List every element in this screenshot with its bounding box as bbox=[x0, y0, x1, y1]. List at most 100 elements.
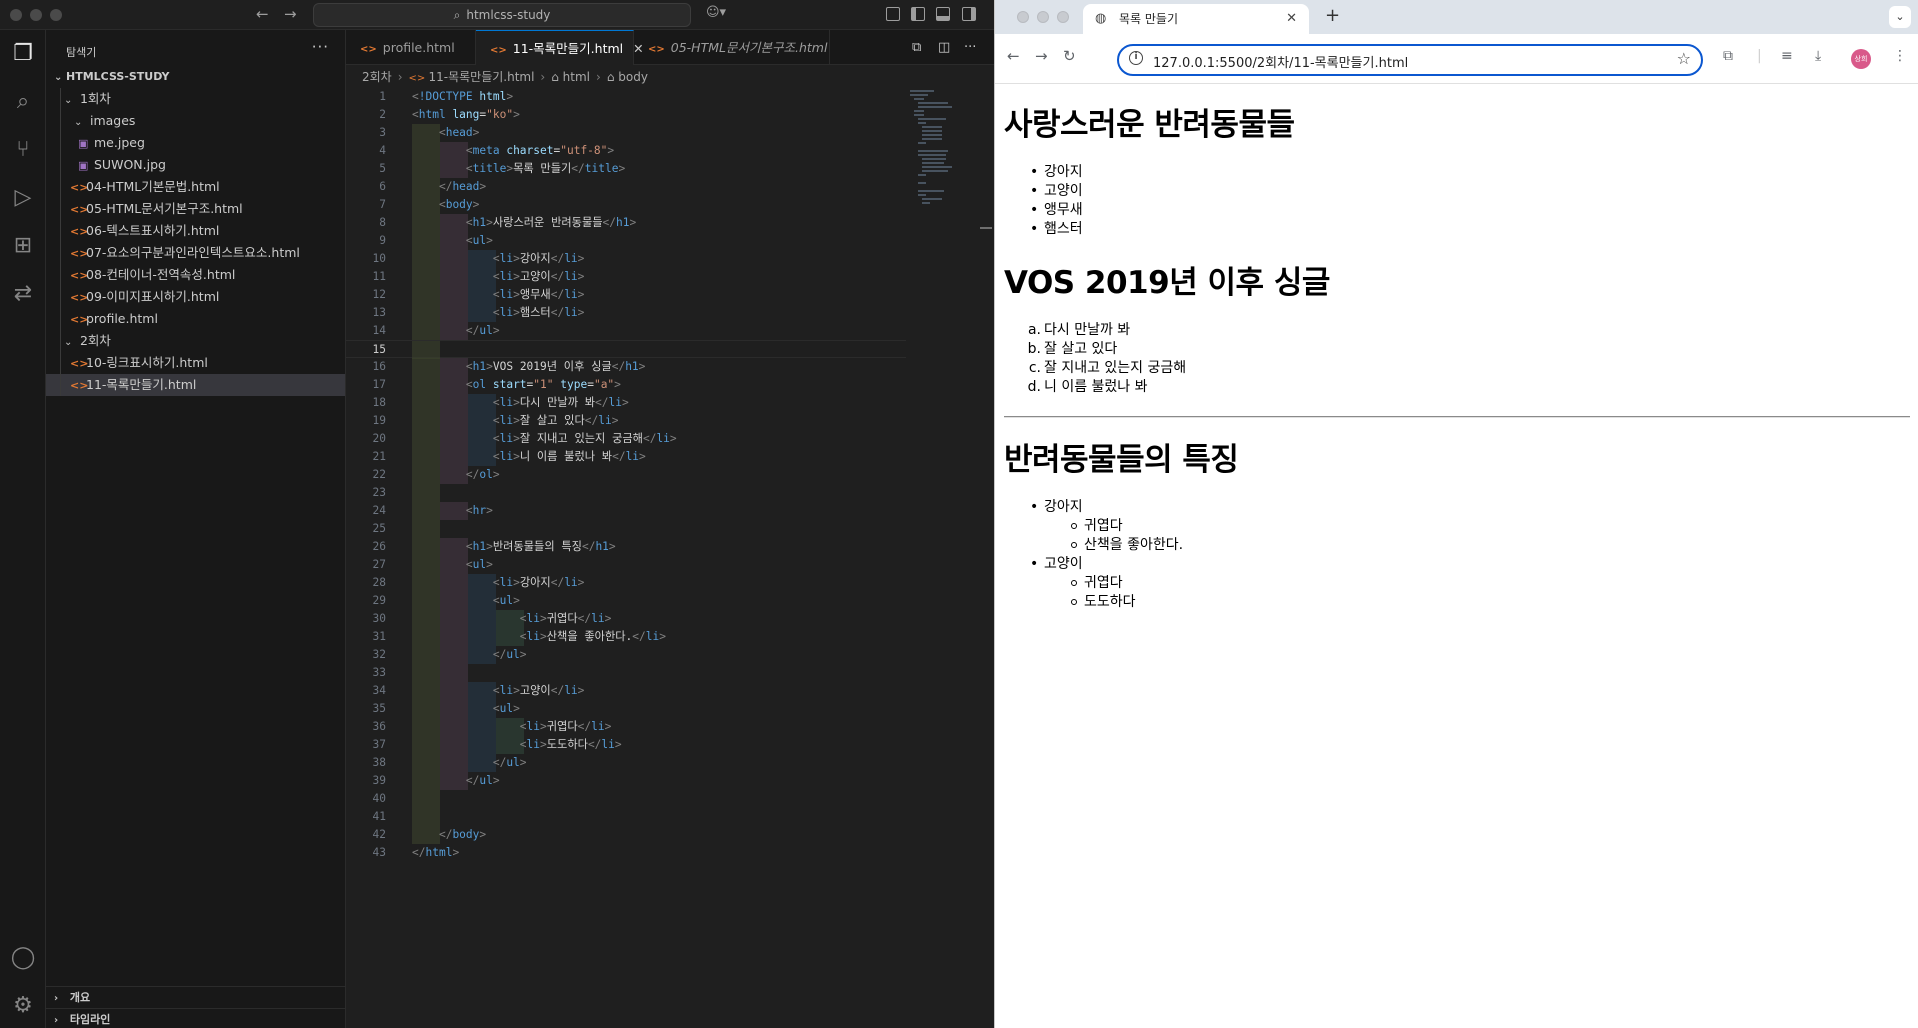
explorer-title: 탐색기 bbox=[66, 46, 97, 59]
line-number: 1 bbox=[379, 90, 386, 103]
timeline-section[interactable]: › 타임라인 bbox=[46, 1008, 345, 1028]
line-number: 24 bbox=[372, 504, 386, 517]
forward-arrow-icon[interactable]: → bbox=[284, 5, 297, 23]
toggle-sidebar-icon[interactable] bbox=[911, 7, 925, 21]
tree-file-07[interactable]: <>07-요소의구분과인라인텍스트요소.html bbox=[46, 242, 345, 264]
songs-ordered-list: a. 다시 만날까 봐 b. 잘 살고 있다 c. 잘 지내고 있는지 궁금해 d. 니… bbox=[1004, 321, 1187, 397]
code-line: 17 <ol start="1" type="a"> bbox=[346, 376, 906, 394]
breadcrumb-folder[interactable]: 2회차 bbox=[362, 70, 392, 84]
source-control-icon[interactable]: ⑂ bbox=[9, 136, 37, 164]
line-number: 37 bbox=[372, 738, 386, 751]
code-line: 40 bbox=[346, 790, 906, 808]
minimize-window-button[interactable] bbox=[30, 9, 42, 21]
site-info-icon[interactable]: i bbox=[1129, 51, 1143, 65]
code-line: 38 </ul> bbox=[346, 754, 906, 772]
account-icon[interactable]: ◯ bbox=[9, 944, 37, 972]
line-number: 11 bbox=[372, 270, 386, 283]
minimize-window-button[interactable] bbox=[1037, 11, 1049, 23]
breadcrumb-body[interactable]: body bbox=[618, 70, 648, 84]
split-editor-icon[interactable]: ◫ bbox=[938, 40, 950, 55]
tab-11-active[interactable]: <> 11-목록만들기.html ✕ bbox=[476, 30, 644, 65]
back-arrow-icon[interactable]: ← bbox=[1007, 47, 1020, 65]
bookmark-star-icon[interactable]: ☆ bbox=[1677, 49, 1691, 68]
tree-root-folder[interactable]: ⌄ HTMLCSS-STUDY bbox=[46, 66, 345, 88]
open-preview-icon[interactable]: ⧉ bbox=[912, 40, 921, 55]
command-center-search[interactable]: ⌕ htmlcss-study bbox=[313, 3, 691, 27]
tab-05[interactable]: <> 05-HTML문서기본구조.html bbox=[634, 30, 830, 65]
line-number: 13 bbox=[372, 306, 386, 319]
reload-icon[interactable]: ↻ bbox=[1063, 47, 1076, 65]
outline-section[interactable]: › 개요 bbox=[46, 986, 345, 1008]
tree-file-04[interactable]: <>04-HTML기본문법.html bbox=[46, 176, 345, 198]
html-file-icon: <> bbox=[70, 203, 89, 216]
reading-list-icon[interactable]: ≡ bbox=[1781, 48, 1793, 64]
page-heading-vos: VOS 2019년 이후 싱글 bbox=[1004, 265, 1330, 301]
tree-file-10[interactable]: <>10-링크표시하기.html bbox=[46, 352, 345, 374]
chrome-menu-icon[interactable]: ⋮ bbox=[1893, 48, 1907, 64]
page-heading-pets: 사랑스러운 반려동물들 bbox=[1004, 107, 1295, 143]
rendered-page: 사랑스러운 반려동물들 • 강아지 • 고양이 • 앵무새 • 햄스터 VOS 2019… bbox=[995, 85, 1918, 1028]
close-window-button[interactable] bbox=[1017, 11, 1029, 23]
close-tab-icon[interactable]: ✕ bbox=[1286, 4, 1297, 34]
code-line: 31 <li>산책을 좋아한다.</li> bbox=[346, 628, 906, 646]
breadcrumb-html[interactable]: html bbox=[563, 70, 590, 84]
list-item: b. 잘 살고 있다 bbox=[1027, 341, 1118, 357]
traits-list: • 강아지 귀엽다 산책을 좋아한다. • 고양이 귀엽다 도도하다 bbox=[1004, 498, 1183, 612]
tab-profile[interactable]: <> profile.html bbox=[346, 30, 476, 65]
extensions-icon[interactable]: ⧉ bbox=[1723, 48, 1733, 64]
tab-search-chevron-icon[interactable]: ⌄ bbox=[1889, 6, 1911, 28]
nested-list-item: 귀엽다 bbox=[1004, 574, 1183, 593]
toggle-panel-icon[interactable] bbox=[936, 7, 950, 21]
tree-folder-2[interactable]: ⌄ 2회차 bbox=[46, 330, 345, 352]
copilot-icon[interactable]: ☺▾ bbox=[706, 5, 726, 20]
run-debug-icon[interactable]: ▷ bbox=[9, 184, 37, 212]
list-item: • 강아지 bbox=[1030, 164, 1083, 180]
code-editor[interactable]: 1 <!DOCTYPE html> 2 <html lang="ko"> 3 <he… bbox=[346, 88, 906, 862]
tree-file-profile[interactable]: <>profile.html bbox=[46, 308, 345, 330]
explorer-icon[interactable]: ❐ bbox=[9, 40, 37, 68]
tree-file-08[interactable]: <>08-컨테이너-전역속성.html bbox=[46, 264, 345, 286]
breadcrumb-file[interactable]: 11-목록만들기.html bbox=[428, 70, 534, 84]
profile-avatar[interactable]: 상희 bbox=[1851, 49, 1871, 69]
close-window-button[interactable] bbox=[10, 9, 22, 21]
remote-explorer-icon[interactable]: ⇄ bbox=[9, 280, 37, 308]
new-tab-button[interactable]: + bbox=[1325, 5, 1340, 26]
tree-file-suwon-jpg[interactable]: ▣ SUWON.jpg bbox=[46, 154, 345, 176]
tree-file-05[interactable]: <>05-HTML문서기본구조.html bbox=[46, 198, 345, 220]
more-actions-icon[interactable]: ··· bbox=[964, 40, 976, 55]
list-item: a. 다시 만날까 봐 bbox=[1027, 322, 1131, 338]
back-arrow-icon[interactable]: ← bbox=[256, 5, 269, 23]
list-item: c. 잘 지내고 있는지 궁금해 bbox=[1028, 360, 1187, 376]
minimap[interactable] bbox=[910, 88, 982, 208]
tree-folder-images[interactable]: ⌄ images bbox=[46, 110, 345, 132]
settings-gear-icon[interactable]: ⚙ bbox=[9, 992, 37, 1020]
extensions-icon[interactable]: ⊞ bbox=[9, 232, 37, 260]
tree-file-11-selected[interactable]: <>11-목록만들기.html bbox=[46, 374, 345, 396]
customize-layout-icon[interactable] bbox=[886, 7, 900, 21]
toggle-secondary-sidebar-icon[interactable] bbox=[962, 7, 976, 21]
zoom-window-button[interactable] bbox=[50, 9, 62, 21]
code-line: 27 <ul> bbox=[346, 556, 906, 574]
browser-tab-active[interactable]: ◍ 목록 만들기 ✕ bbox=[1083, 4, 1309, 34]
tree-file-09[interactable]: <>09-이미지표시하기.html bbox=[46, 286, 345, 308]
zoom-window-button[interactable] bbox=[1057, 11, 1069, 23]
address-bar[interactable]: i 127.0.0.1:5500/2회차/11-목록만들기.html ☆ bbox=[1117, 44, 1703, 76]
line-number: 23 bbox=[372, 486, 386, 499]
list-item: • 강아지 bbox=[1030, 499, 1083, 515]
line-number: 27 bbox=[372, 558, 386, 571]
code-line: 39 </ul> bbox=[346, 772, 906, 790]
tree-folder-1[interactable]: ⌄ 1회차 bbox=[46, 88, 345, 110]
tree-file-06[interactable]: <>06-텍스트표시하기.html bbox=[46, 220, 345, 242]
code-line: 9 <ul> bbox=[346, 232, 906, 250]
code-line-current: 15 bbox=[346, 340, 906, 359]
search-icon[interactable]: ⌕ bbox=[9, 88, 37, 116]
tree-file-me-jpeg[interactable]: ▣ me.jpeg bbox=[46, 132, 345, 154]
vscode-window: ← → ⌕ htmlcss-study ☺▾ ❐ ⌕ ⑂ ▷ ⊞ ⇄ ◯ ⚙ 탐색… bbox=[0, 0, 994, 1028]
forward-arrow-icon[interactable]: → bbox=[1035, 47, 1048, 65]
line-number: 8 bbox=[379, 216, 386, 229]
image-file-icon: ▣ bbox=[78, 137, 89, 150]
code-line: 25 bbox=[346, 520, 906, 538]
code-line: 41 bbox=[346, 808, 906, 826]
more-actions-icon[interactable]: ··· bbox=[312, 38, 329, 56]
download-icon[interactable]: ⤓ bbox=[1815, 48, 1821, 64]
